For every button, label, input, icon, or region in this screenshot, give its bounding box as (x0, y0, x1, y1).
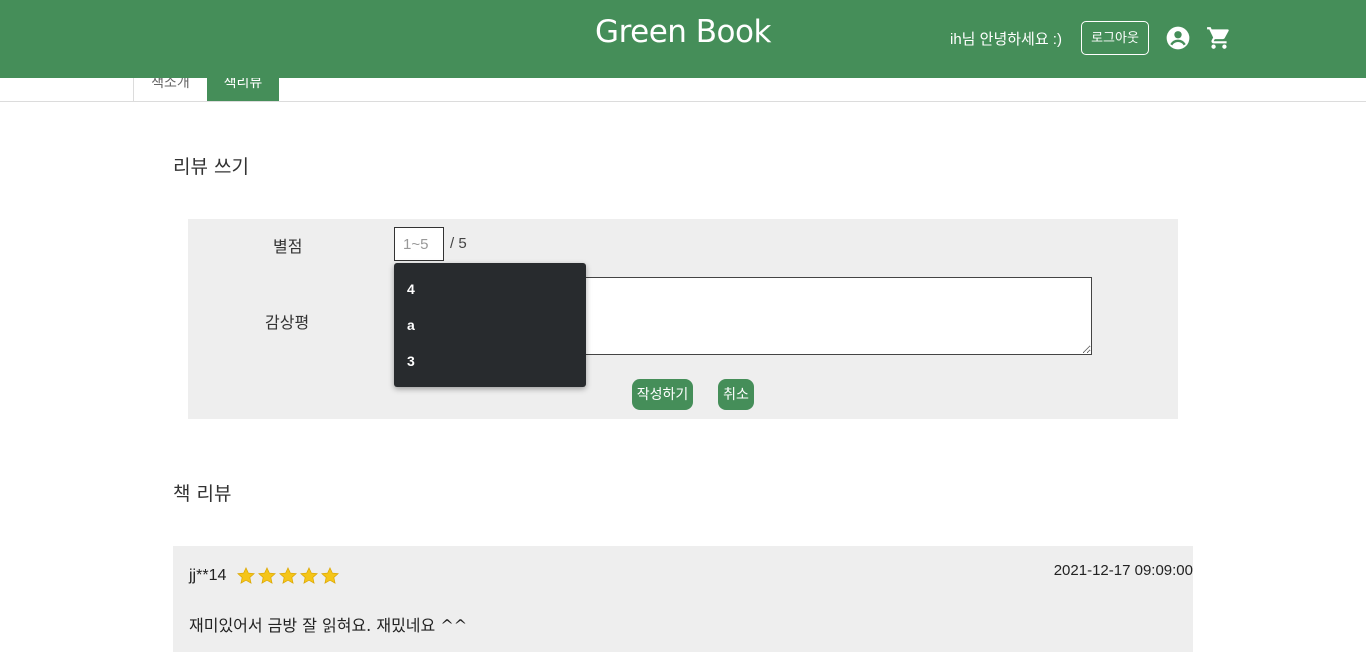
star-icon (300, 567, 318, 584)
star-icon (279, 567, 297, 584)
review-date: 2021-12-17 09:09:00 (1053, 562, 1193, 579)
star-rating (236, 565, 340, 587)
comment-label: 감상평 (265, 313, 310, 332)
rating-max-text: / 5 (450, 235, 467, 252)
user-greeting: ih님 안녕하세요 :) (950, 31, 1062, 48)
cancel-button[interactable]: 취소 (718, 379, 754, 410)
top-header: Green Book ih님 안녕하세요 :) 로그아웃 (0, 0, 1366, 78)
book-reviews-title: 책 리뷰 (173, 483, 232, 505)
write-review-title: 리뷰 쓰기 (173, 156, 249, 178)
account-circle-icon[interactable] (1165, 25, 1191, 51)
tabs-divider (0, 101, 1366, 102)
autocomplete-dropdown: 4 a 3 (394, 263, 586, 387)
star-icon (258, 567, 276, 584)
review-text: 재미있어서 금방 잘 읽혀요. 재밌네요 ^^ (189, 616, 468, 635)
autocomplete-option[interactable]: 3 (394, 349, 586, 385)
star-icon (237, 567, 255, 584)
autocomplete-option[interactable]: 4 (394, 277, 586, 313)
rating-label: 별점 (273, 237, 303, 256)
submit-review-button[interactable]: 작성하기 (632, 379, 693, 410)
review-username: jj**14 (189, 567, 227, 584)
cart-icon[interactable] (1206, 25, 1232, 51)
star-icon (321, 567, 339, 584)
rating-input[interactable] (394, 227, 444, 261)
brand-logo[interactable]: Green Book (0, 14, 1366, 50)
autocomplete-option[interactable]: a (394, 313, 586, 349)
logout-button[interactable]: 로그아웃 (1081, 21, 1149, 55)
review-card (173, 546, 1193, 652)
